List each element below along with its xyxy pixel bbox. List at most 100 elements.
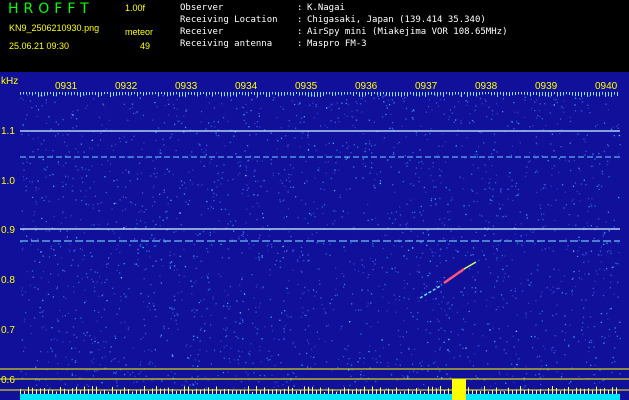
noise-speck bbox=[228, 257, 230, 259]
noise-speck bbox=[473, 121, 475, 123]
noise-speck bbox=[318, 268, 320, 270]
power-spike bbox=[324, 392, 325, 394]
noise-speck bbox=[523, 116, 526, 119]
noise-speck bbox=[472, 333, 474, 335]
noise-speck bbox=[465, 100, 467, 102]
noise-speck bbox=[563, 207, 565, 209]
noise-speck bbox=[338, 358, 340, 361]
noise-speck bbox=[386, 271, 388, 273]
noise-speck bbox=[613, 219, 615, 221]
noise-speck bbox=[143, 318, 145, 321]
noise-speck bbox=[544, 248, 546, 250]
power-spike bbox=[600, 388, 601, 394]
noise-speck bbox=[494, 141, 496, 144]
noise-speck bbox=[141, 238, 143, 241]
noise-speck bbox=[129, 180, 131, 182]
tick-mark bbox=[137, 92, 138, 97]
noise-speck bbox=[312, 102, 314, 104]
noise-speck bbox=[22, 350, 25, 352]
noise-speck bbox=[496, 248, 498, 250]
noise-speck bbox=[312, 385, 315, 387]
noise-speck bbox=[582, 322, 584, 324]
noise-speck bbox=[599, 369, 601, 372]
tick-mark bbox=[233, 92, 234, 96]
noise-speck bbox=[90, 352, 92, 354]
noise-speck bbox=[418, 161, 420, 164]
noise-speck bbox=[50, 245, 53, 247]
tick-mark bbox=[362, 92, 363, 97]
noise-speck bbox=[397, 142, 399, 145]
noise-speck bbox=[305, 314, 307, 317]
tick-mark bbox=[332, 92, 333, 96]
noise-speck bbox=[417, 235, 419, 238]
noise-speck bbox=[236, 300, 238, 302]
noise-speck bbox=[125, 226, 127, 228]
noise-speck bbox=[150, 237, 152, 239]
app-title: HROFFT bbox=[8, 1, 94, 17]
noise-speck bbox=[179, 212, 181, 214]
noise-speck bbox=[602, 380, 604, 382]
power-spike bbox=[184, 386, 185, 394]
noise-speck bbox=[464, 254, 467, 257]
noise-speck bbox=[36, 115, 38, 118]
noise-speck bbox=[588, 260, 590, 263]
noise-speck bbox=[125, 295, 127, 297]
noise-speck bbox=[42, 158, 44, 161]
noise-speck bbox=[164, 104, 167, 107]
noise-speck bbox=[588, 198, 590, 200]
noise-speck bbox=[197, 184, 199, 186]
noise-speck bbox=[542, 345, 545, 347]
tick-mark bbox=[452, 92, 453, 96]
noise-speck bbox=[571, 278, 573, 280]
noise-speck bbox=[462, 329, 465, 331]
noise-speck bbox=[529, 160, 531, 162]
noise-speck bbox=[217, 179, 219, 181]
noise-speck bbox=[163, 122, 166, 124]
noise-speck bbox=[115, 371, 118, 373]
noise-speck bbox=[51, 327, 53, 329]
noise-speck bbox=[23, 320, 25, 322]
noise-speck bbox=[370, 326, 372, 328]
noise-speck bbox=[169, 307, 171, 309]
noise-speck bbox=[237, 359, 239, 361]
noise-speck bbox=[245, 103, 247, 105]
noise-speck bbox=[561, 292, 563, 294]
noise-speck bbox=[427, 365, 430, 367]
power-spike bbox=[472, 390, 473, 394]
tick-mark bbox=[386, 92, 387, 96]
noise-speck bbox=[487, 363, 489, 365]
noise-speck bbox=[278, 192, 280, 194]
tick-mark bbox=[167, 92, 168, 97]
noise-speck bbox=[341, 102, 343, 104]
noise-speck bbox=[578, 239, 580, 241]
noise-speck bbox=[536, 191, 538, 194]
noise-speck bbox=[23, 179, 25, 181]
noise-speck bbox=[48, 200, 50, 203]
colon-separator: : bbox=[297, 3, 303, 13]
noise-speck bbox=[234, 220, 237, 222]
noise-speck bbox=[324, 161, 327, 163]
noise-speck bbox=[500, 294, 503, 296]
noise-speck bbox=[415, 134, 418, 136]
noise-speck bbox=[196, 132, 198, 135]
noise-speck bbox=[420, 160, 423, 163]
tick-mark bbox=[23, 92, 24, 95]
noise-speck bbox=[222, 328, 225, 330]
noise-speck bbox=[198, 143, 200, 145]
noise-speck bbox=[177, 139, 180, 141]
noise-speck bbox=[423, 383, 425, 386]
noise-speck bbox=[56, 286, 58, 288]
noise-speck bbox=[333, 190, 336, 192]
tick-mark bbox=[578, 92, 579, 96]
noise-speck bbox=[308, 212, 311, 215]
noise-speck bbox=[496, 151, 498, 153]
noise-speck bbox=[197, 234, 199, 236]
noise-speck bbox=[584, 339, 587, 341]
noise-speck bbox=[204, 330, 206, 332]
noise-speck bbox=[57, 274, 60, 276]
noise-speck bbox=[205, 128, 207, 130]
noise-speck bbox=[437, 366, 439, 368]
noise-speck bbox=[343, 275, 345, 278]
noise-speck bbox=[409, 273, 411, 275]
noise-speck bbox=[358, 270, 360, 272]
